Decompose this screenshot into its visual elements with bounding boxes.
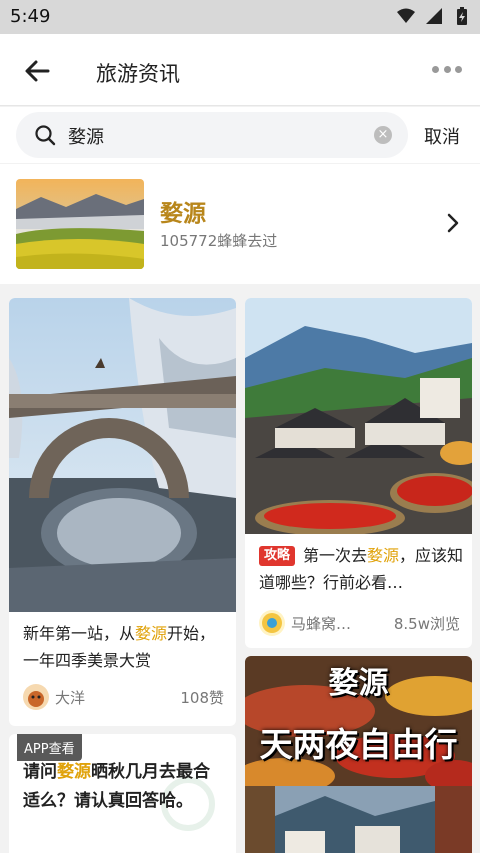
destination-thumbnail (16, 179, 144, 269)
title-highlight: 婺源 (135, 624, 168, 643)
article-card[interactable]: 攻略 第一次去婺源，应该知道哪些？行前必看… 马蜂窝… 8.5w浏览 (245, 298, 472, 648)
avatar (23, 684, 49, 710)
question-title: 请问婺源晒秋几月去最合适么？请认真回答哈。 (23, 758, 223, 816)
search-row: 婺源 × 取消 (0, 107, 480, 163)
title-highlight: 婺源 (367, 546, 400, 565)
article-title: 攻略 第一次去婺源，应该知道哪些？行前必看… (259, 542, 464, 596)
app-view-badge[interactable]: APP查看 (17, 734, 82, 761)
destination-name: 婺源 (160, 201, 206, 227)
back-arrow-icon[interactable] (22, 56, 52, 86)
title-text: 请问 (23, 762, 57, 782)
question-card[interactable]: APP查看 请问婺源晒秋几月去最合适么？请认真回答哈。 (9, 734, 236, 853)
cancel-button[interactable]: 取消 (424, 123, 460, 149)
image-overlay-title: 婺源 (328, 666, 389, 701)
article-title: 新年第一站，从婺源开始，一年四季美景大赏 (23, 620, 223, 674)
chevron-right-icon (447, 213, 459, 233)
article-feed: 新年第一站，从婺源开始，一年四季美景大赏 大洋 108赞 攻略 第一次去婺源，应… (0, 292, 480, 853)
title-text: 第一次去 (303, 546, 368, 565)
author-name: 马蜂窝… (291, 614, 352, 633)
article-image (9, 298, 236, 612)
status-bar: 5:49 (0, 0, 480, 34)
page-title: 旅游资讯 (96, 62, 180, 86)
search-input[interactable]: 婺源 × (16, 112, 408, 158)
search-icon (35, 125, 56, 146)
more-options-icon[interactable] (432, 59, 462, 79)
status-time: 5:49 (10, 6, 51, 27)
status-icons (396, 6, 472, 26)
title-text: 新年第一站，从 (23, 624, 136, 643)
destination-visitors: 105772蜂蜂去过 (160, 232, 278, 250)
clear-icon[interactable]: × (374, 126, 392, 144)
title-highlight: 婺源 (57, 762, 91, 782)
article-meta: 马蜂窝… 8.5w浏览 (259, 609, 460, 637)
guide-tag: 攻略 (259, 546, 296, 566)
signal-icon (426, 8, 442, 24)
like-count: 108赞 (180, 688, 224, 707)
article-meta: 大洋 108赞 (23, 683, 224, 711)
image-overlay-subtitle: 天两夜自由行 (259, 725, 458, 764)
search-query: 婺源 (68, 127, 104, 148)
more-dot (455, 65, 462, 73)
avatar (259, 610, 285, 636)
more-dot (443, 65, 451, 73)
battery-icon (457, 7, 467, 25)
article-image (245, 298, 472, 534)
article-card[interactable]: 婺源 天两夜自由行 (245, 656, 472, 853)
more-dot (432, 65, 439, 73)
author-name: 大洋 (55, 688, 86, 707)
article-card[interactable]: 新年第一站，从婺源开始，一年四季美景大赏 大洋 108赞 (9, 298, 236, 726)
view-count: 8.5w浏览 (393, 614, 460, 633)
wifi-icon (397, 8, 415, 23)
destination-row[interactable]: 婺源 105772蜂蜂去过 (0, 164, 480, 284)
nav-bar: 旅游资讯 (0, 34, 480, 106)
